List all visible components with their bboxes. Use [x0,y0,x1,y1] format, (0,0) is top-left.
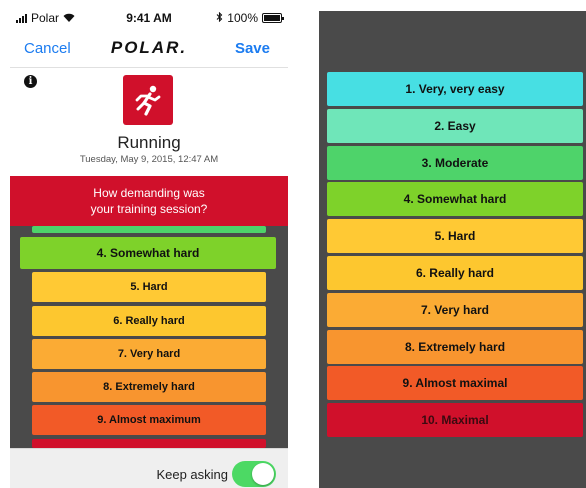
question-line-2: your training session? [90,202,208,216]
scale-item: 6. Really hard [327,256,583,290]
save-button[interactable]: Save [235,40,270,57]
picker-item[interactable]: 8. Extremely hard [32,372,266,402]
question-banner: How demanding was your training session? [10,176,288,226]
phone-screen: Polar 9:41 AM 100% Cancel POLAR. Save i [10,0,288,488]
status-bar: Polar 9:41 AM 100% [10,0,288,34]
keep-asking-label: Keep asking [156,467,228,482]
picker-item-selected[interactable]: 4. Somewhat hard [20,237,276,269]
scale-item: 3. Moderate [327,145,583,180]
scale-item: 1. Very, very easy [327,72,583,106]
session-date: Tuesday, May 9, 2015, 12:47 AM [79,154,219,165]
nav-bar: Cancel POLAR. Save [10,34,288,64]
bluetooth-icon [216,11,223,25]
scale-item: 2. Easy [327,108,583,143]
scale-item: 7. Very hard [327,292,583,327]
nav-divider [10,67,288,68]
info-icon[interactable]: i [24,75,37,88]
running-icon [123,75,173,125]
scale-item: 4. Somewhat hard [327,182,583,217]
screenshot-root: Polar 9:41 AM 100% Cancel POLAR. Save i [0,0,586,488]
keep-asking-toggle[interactable] [232,461,276,487]
picker-item-partial [32,439,266,448]
picker-item[interactable]: 5. Hard [32,272,266,302]
picker-item-partial [32,226,266,233]
keep-asking-bar: Keep asking [10,448,288,488]
scale-item: 5. Hard [327,219,583,254]
sport-name: Running [117,133,181,152]
effort-picker[interactable]: 4. Somewhat hard 5. Hard 6. Really hard 7.… [10,226,288,448]
picker-item[interactable]: 7. Very hard [32,339,266,369]
status-bar-right: 100% [216,11,284,25]
scale-item: 9. Almost maximal [327,366,583,401]
scale-item: 10. Maximal [327,403,583,438]
scale-item: 8. Extremely hard [327,329,583,364]
effort-scale-panel: 1. Very, very easy 2. Easy 3. Moderate 4. S… [319,11,586,488]
battery-icon [262,13,284,23]
toggle-knob [252,463,274,485]
question-line-1: How demanding was [93,186,205,200]
picker-item[interactable]: 9. Almost maximum [32,405,266,435]
picker-item[interactable]: 6. Really hard [32,306,266,336]
battery-percent: 100% [227,11,258,25]
